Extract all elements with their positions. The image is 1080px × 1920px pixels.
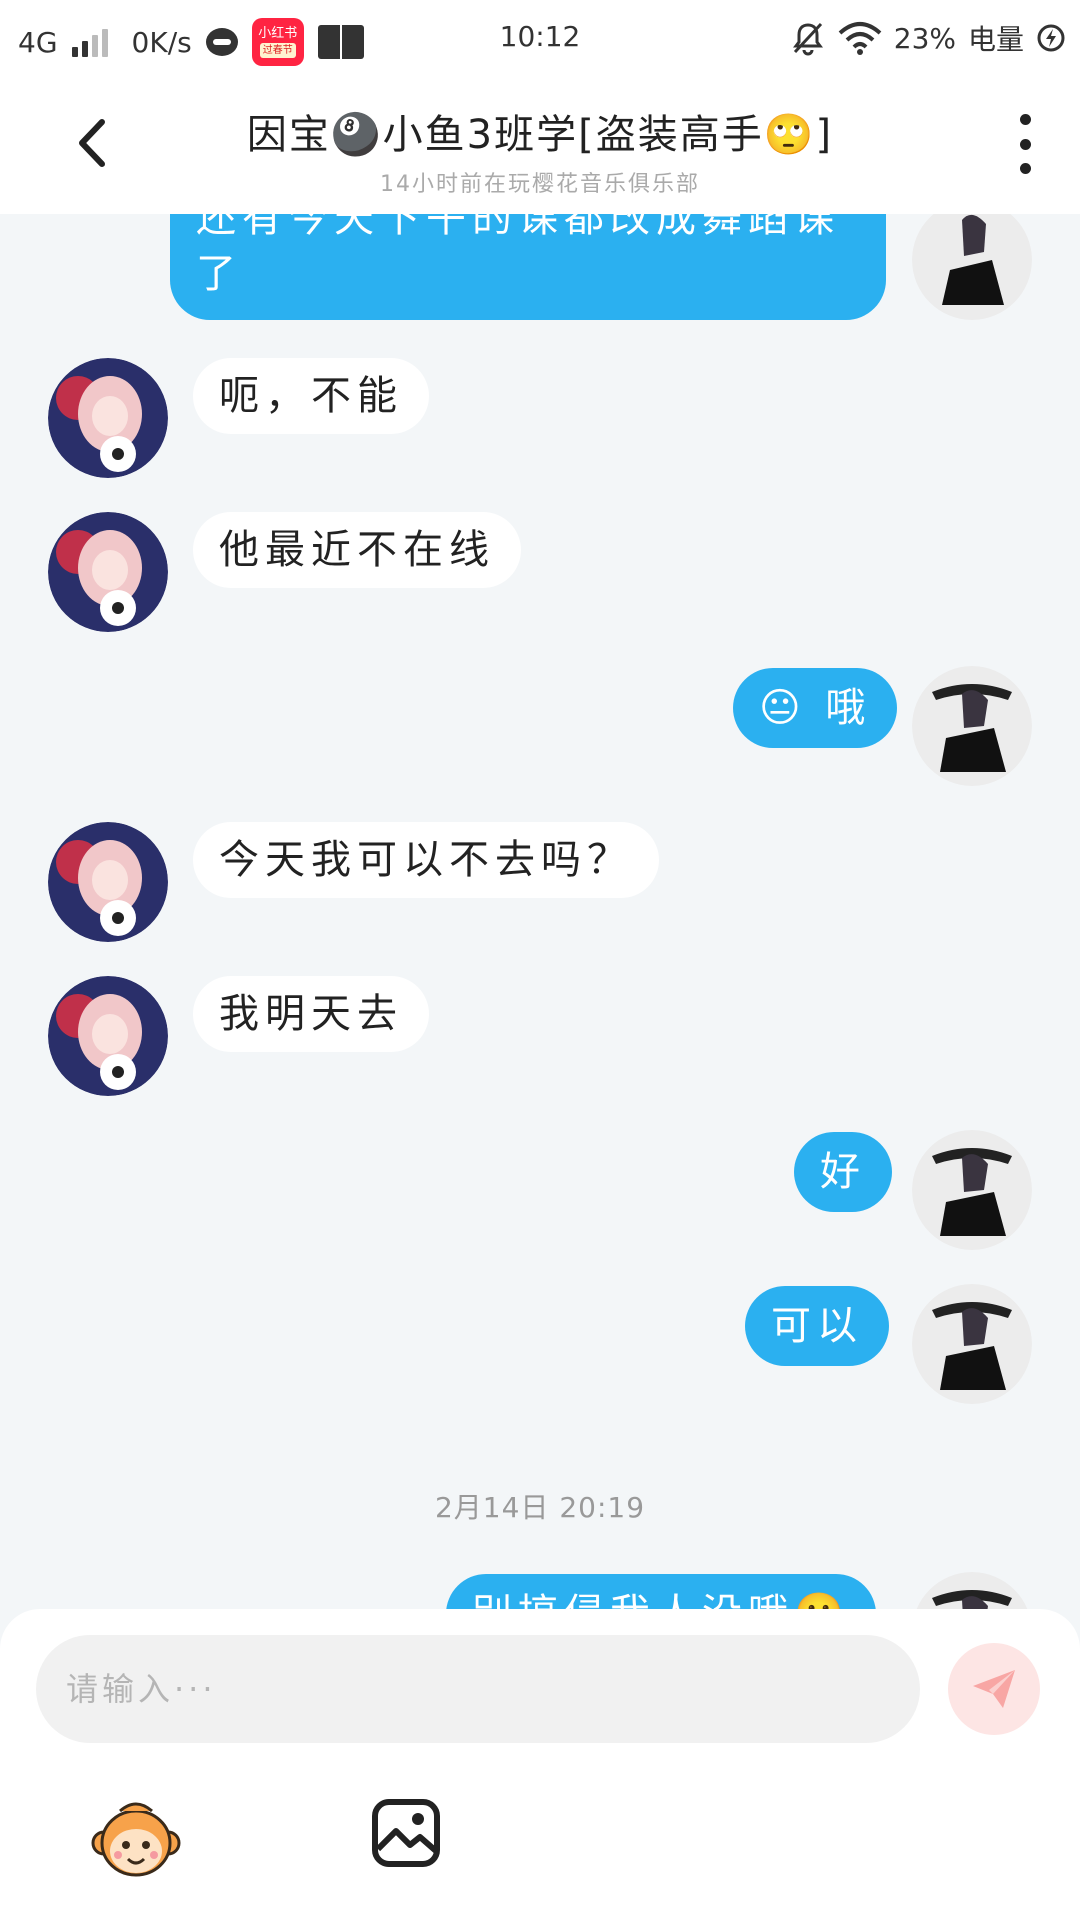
message-bubble-incoming[interactable]: 他最近不在线 <box>193 512 521 588</box>
message-text: 可以 <box>771 1303 863 1349</box>
avatar-self[interactable] <box>912 666 1032 786</box>
page-title: 因宝🎱小鱼3班学[盗装高手🙄] <box>246 112 834 158</box>
battery-charging-icon <box>1037 24 1065 52</box>
presence-status: 14小时前在玩樱花音乐俱乐部 <box>380 172 700 197</box>
message-text: 好 <box>820 1149 866 1195</box>
chat-header: 因宝🎱小鱼3班学[盗装高手🙄] 14小时前在玩樱花音乐俱乐部 <box>0 74 1080 214</box>
wifi-icon <box>838 22 882 55</box>
avatar-self[interactable] <box>912 214 1032 320</box>
image-picker-button[interactable] <box>370 1797 442 1869</box>
message-bubble-incoming[interactable]: 今天我可以不去吗？ <box>193 822 659 898</box>
send-button[interactable] <box>948 1643 1040 1735</box>
status-bar: 4G 0K/s 小红书 过春节 10:12 23% 电量 <box>0 0 1080 74</box>
avatar-self[interactable] <box>912 1284 1032 1404</box>
avatar-contact[interactable] <box>48 822 168 942</box>
status-right: 23% 电量 <box>790 18 1066 58</box>
battery-percent: 23% <box>893 21 956 55</box>
message-text: 还有今天下午的课都改成舞蹈课 <box>196 214 840 241</box>
message-bubble-outgoing[interactable]: 别搞侵我人没哦🙂 <box>446 1574 876 1609</box>
more-vertical-icon <box>1019 114 1031 125</box>
avatar-contact[interactable] <box>48 358 168 478</box>
message-bubble-outgoing[interactable]: 好 <box>794 1132 892 1212</box>
message-text: 呃，不能 <box>219 373 403 419</box>
paper-plane-icon <box>973 1670 1015 1708</box>
avatar-contact[interactable] <box>48 512 168 632</box>
message-text: 他最近不在线 <box>219 527 495 573</box>
message-bubble-incoming[interactable]: 呃，不能 <box>193 358 429 434</box>
message-bubble-outgoing[interactable]: 可以 <box>745 1286 889 1366</box>
message-input[interactable] <box>36 1635 920 1743</box>
image-icon <box>372 1799 440 1867</box>
message-list[interactable]: 还有今天下午的课都改成舞蹈课 了 呃，不能 他最近不在线 😐 哦 今天我可以不去… <box>0 214 1080 1609</box>
emoji-button[interactable] <box>90 1793 182 1885</box>
message-text: 😐 哦 <box>759 685 872 731</box>
back-button[interactable] <box>64 108 124 178</box>
avatar-contact[interactable] <box>48 976 168 1096</box>
composer-panel <box>0 1609 1080 1920</box>
message-bubble-outgoing[interactable]: 还有今天下午的课都改成舞蹈课 了 <box>170 214 886 320</box>
avatar-self[interactable] <box>912 1130 1032 1250</box>
message-bubble-incoming[interactable]: 我明天去 <box>193 976 429 1052</box>
message-timestamp: 2月14日 20:19 <box>434 1491 646 1524</box>
more-options-button[interactable] <box>1010 114 1040 174</box>
monkey-emoji-icon <box>91 1802 181 1877</box>
message-text: 今天我可以不去吗？ <box>219 837 633 883</box>
avatar-self[interactable] <box>912 1572 1032 1609</box>
message-text: 别搞侵我人没哦🙂 <box>472 1586 850 1609</box>
battery-label: 电量 <box>967 23 1024 56</box>
message-text: 了 <box>196 251 242 297</box>
title-area[interactable]: 因宝🎱小鱼3班学[盗装高手🙄] 14小时前在玩樱花音乐俱乐部 <box>200 102 880 198</box>
message-bubble-outgoing[interactable]: 😐 哦 <box>733 668 898 748</box>
chevron-left-icon <box>79 119 105 167</box>
message-text: 我明天去 <box>219 991 403 1037</box>
mute-bell-icon <box>792 22 823 56</box>
